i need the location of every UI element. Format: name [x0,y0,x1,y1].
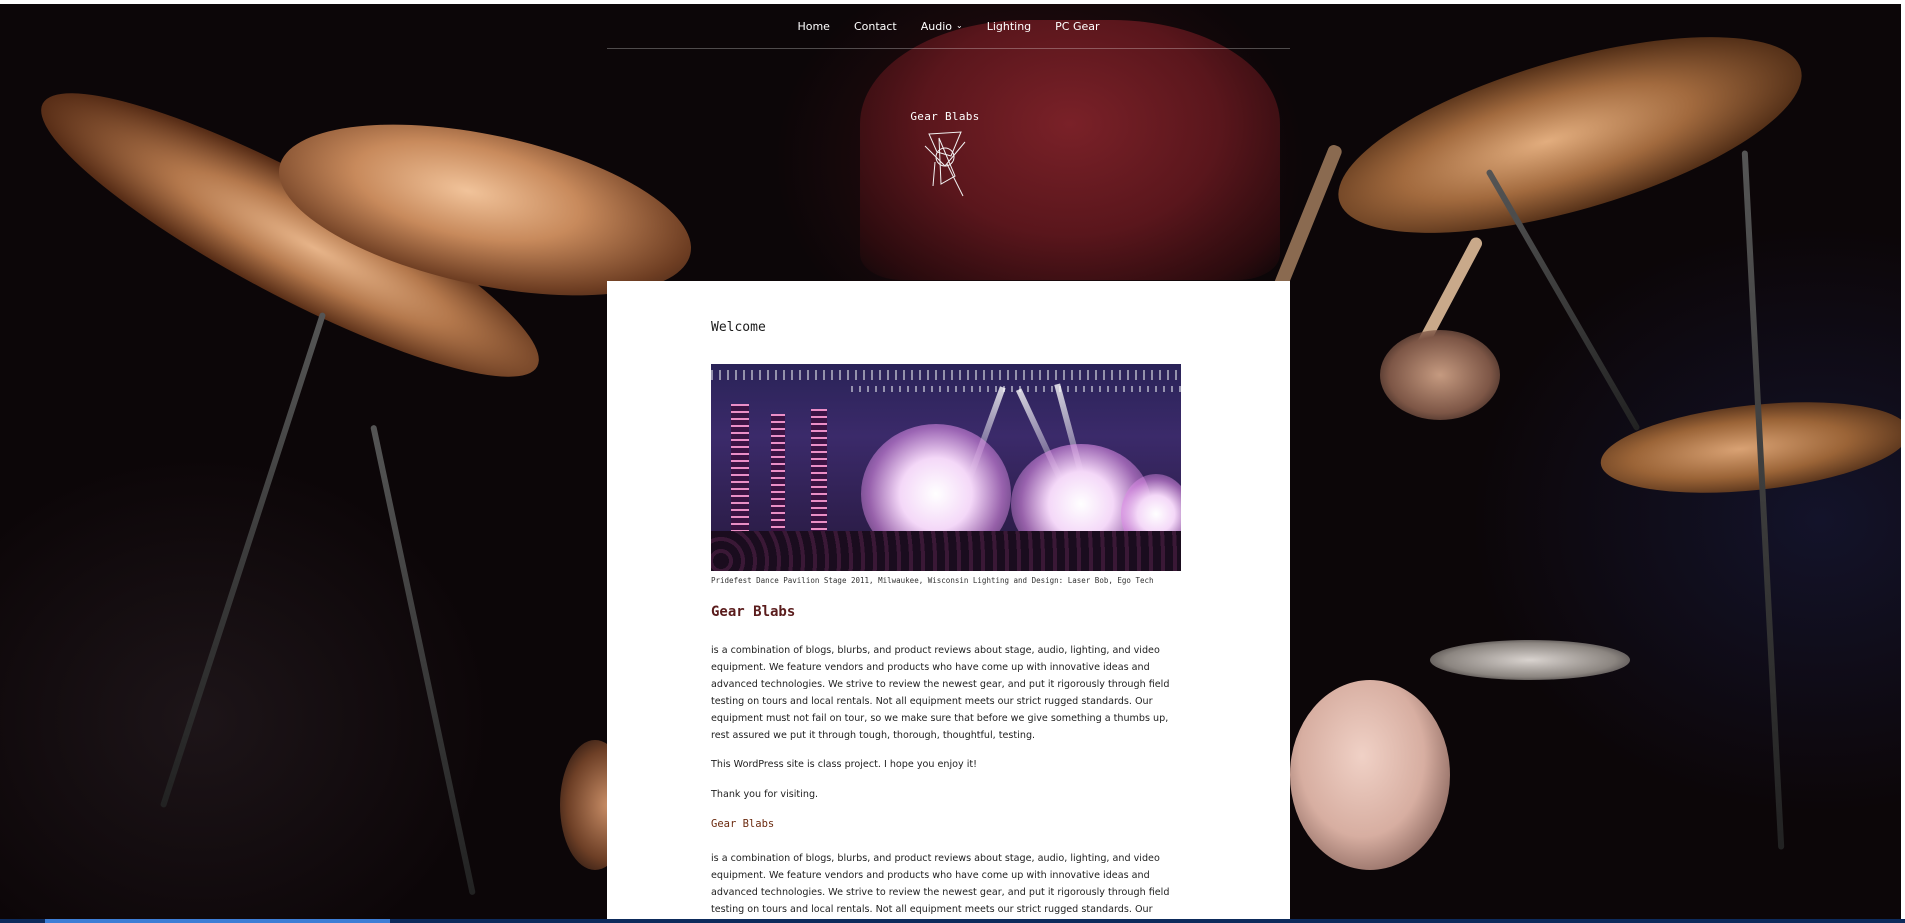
main-navigation: Home Contact Audio ⌄ Lighting PC Gear [607,4,1290,49]
nav-item-label: Contact [853,19,897,33]
hero-caption: Pridefest Dance Pavilion Stage 2011, Mil… [711,576,1154,585]
nav-item-audio[interactable]: Audio ⌄ [921,20,963,33]
section-subheading: Gear Blabs [711,818,775,830]
nav-item-home[interactable]: Home [797,20,829,33]
nav-item-pc-gear[interactable]: PC Gear [1055,20,1099,33]
nav-item-label: Lighting [986,19,1032,33]
intro-paragraph: is a combination of blogs, blurbs, and p… [711,645,1170,741]
chevron-down-icon: ⌄ [956,21,963,30]
class-project-paragraph: This WordPress site is class project. I … [711,759,978,770]
hero-image-stage[interactable] [711,364,1181,571]
content-card: Welcome Pridefest Dance Pavilion Stage 2… [607,281,1290,923]
nav-item-label: Audio [920,19,952,33]
site-title[interactable]: Gear Blabs [880,110,1010,123]
nav-item-label: PC Gear [1055,19,1100,33]
nav-item-lighting[interactable]: Lighting [987,20,1031,33]
page-title: Welcome [711,320,766,335]
taskbar-edge [0,919,1905,923]
geometric-logo-icon[interactable] [915,126,975,201]
section-heading: Gear Blabs [711,604,796,620]
thanks-paragraph: Thank you for visiting. [711,789,819,800]
repeat-intro-paragraph: is a combination of blogs, blurbs, and p… [711,853,1170,915]
nav-item-label: Home [797,19,830,33]
nav-item-contact[interactable]: Contact [854,20,897,33]
window-right-edge [1901,0,1905,923]
